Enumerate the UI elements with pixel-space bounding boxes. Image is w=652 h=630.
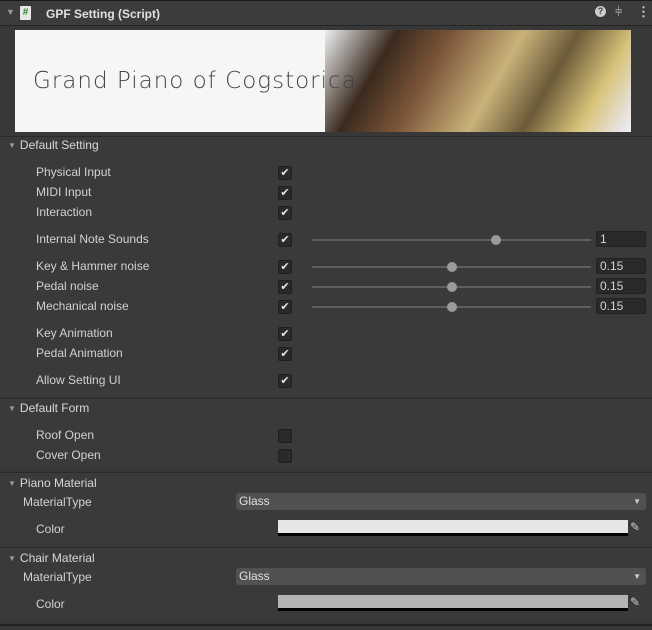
piano-material-type-label: MaterialType xyxy=(23,495,92,509)
setting-label: Key & Hammer noise xyxy=(36,259,150,273)
dropdown-value: Glass xyxy=(239,494,270,508)
slider[interactable] xyxy=(312,235,591,245)
eyedropper-icon[interactable]: ✎ xyxy=(630,520,640,534)
chevron-down-icon: ▼ xyxy=(633,497,641,506)
chair-color-label: Color xyxy=(36,597,65,611)
divider xyxy=(0,624,652,626)
slider-handle[interactable] xyxy=(446,262,457,272)
chevron-down-icon: ▼ xyxy=(633,572,641,581)
default-form-foldout[interactable]: Default Form xyxy=(8,401,89,415)
checkbox[interactable]: ✔ xyxy=(278,186,292,200)
banner-image: Grand Piano of Cogstorica xyxy=(15,30,631,132)
checkbox[interactable]: ✔ xyxy=(278,374,292,388)
checkbox[interactable]: ✔ xyxy=(278,327,292,341)
setting-label: Internal Note Sounds xyxy=(36,232,149,246)
chair-material-foldout[interactable]: Chair Material xyxy=(8,551,95,565)
chair-material-type-dropdown[interactable]: Glass ▼ xyxy=(236,568,646,585)
checkbox[interactable]: ✔ xyxy=(278,300,292,314)
setting-label: Key Animation xyxy=(36,326,113,340)
form-label: Roof Open xyxy=(36,428,95,442)
value-field[interactable]: 0.15 xyxy=(596,258,646,274)
slider-handle[interactable] xyxy=(446,302,457,312)
chair-material-type-label: MaterialType xyxy=(23,570,92,584)
checkbox[interactable] xyxy=(278,449,292,463)
checkbox[interactable]: ✔ xyxy=(278,233,292,247)
checkbox[interactable] xyxy=(278,429,292,443)
setting-label: Pedal noise xyxy=(36,279,99,293)
slider-handle[interactable] xyxy=(446,282,457,292)
eyedropper-icon[interactable]: ✎ xyxy=(630,595,640,609)
slider[interactable] xyxy=(312,262,591,272)
component-title: GPF Setting (Script) xyxy=(46,7,160,21)
setting-label: Mechanical noise xyxy=(36,299,129,313)
value-field[interactable]: 0.15 xyxy=(596,298,646,314)
checkbox[interactable]: ✔ xyxy=(278,206,292,220)
setting-label: Physical Input xyxy=(36,165,111,179)
piano-color-field[interactable] xyxy=(278,520,628,536)
help-icon[interactable]: ? xyxy=(595,6,606,17)
setting-label: Pedal Animation xyxy=(36,346,123,360)
checkbox[interactable]: ✔ xyxy=(278,166,292,180)
banner-text: Grand Piano of Cogstorica xyxy=(33,68,357,94)
checkbox[interactable]: ✔ xyxy=(278,280,292,294)
foldout-arrow-icon[interactable]: ▼ xyxy=(6,7,15,17)
piano-render-image xyxy=(325,30,631,132)
checkbox[interactable]: ✔ xyxy=(278,347,292,361)
default-setting-foldout[interactable]: Default Setting xyxy=(8,138,99,152)
checkbox[interactable]: ✔ xyxy=(278,260,292,274)
piano-color-label: Color xyxy=(36,522,65,536)
component-header[interactable]: ▼ # GPF Setting (Script) ? ⫩ ⋮ xyxy=(0,0,652,26)
setting-label: Interaction xyxy=(36,205,93,219)
piano-material-type-dropdown[interactable]: Glass ▼ xyxy=(236,493,646,510)
value-field[interactable]: 1 xyxy=(596,231,646,247)
setting-label: Allow Setting UI xyxy=(36,373,121,387)
preset-icon[interactable]: ⫩ xyxy=(615,4,622,20)
chair-color-field[interactable] xyxy=(278,595,628,611)
value-field[interactable]: 0.15 xyxy=(596,278,646,294)
slider[interactable] xyxy=(312,302,591,312)
slider[interactable] xyxy=(312,282,591,292)
form-label: Cover Open xyxy=(36,448,101,462)
dropdown-value: Glass xyxy=(239,569,270,583)
piano-material-foldout[interactable]: Piano Material xyxy=(8,476,97,490)
setting-label: MIDI Input xyxy=(36,185,92,199)
script-icon: # xyxy=(20,6,31,20)
kebab-menu-icon[interactable]: ⋮ xyxy=(637,4,650,20)
